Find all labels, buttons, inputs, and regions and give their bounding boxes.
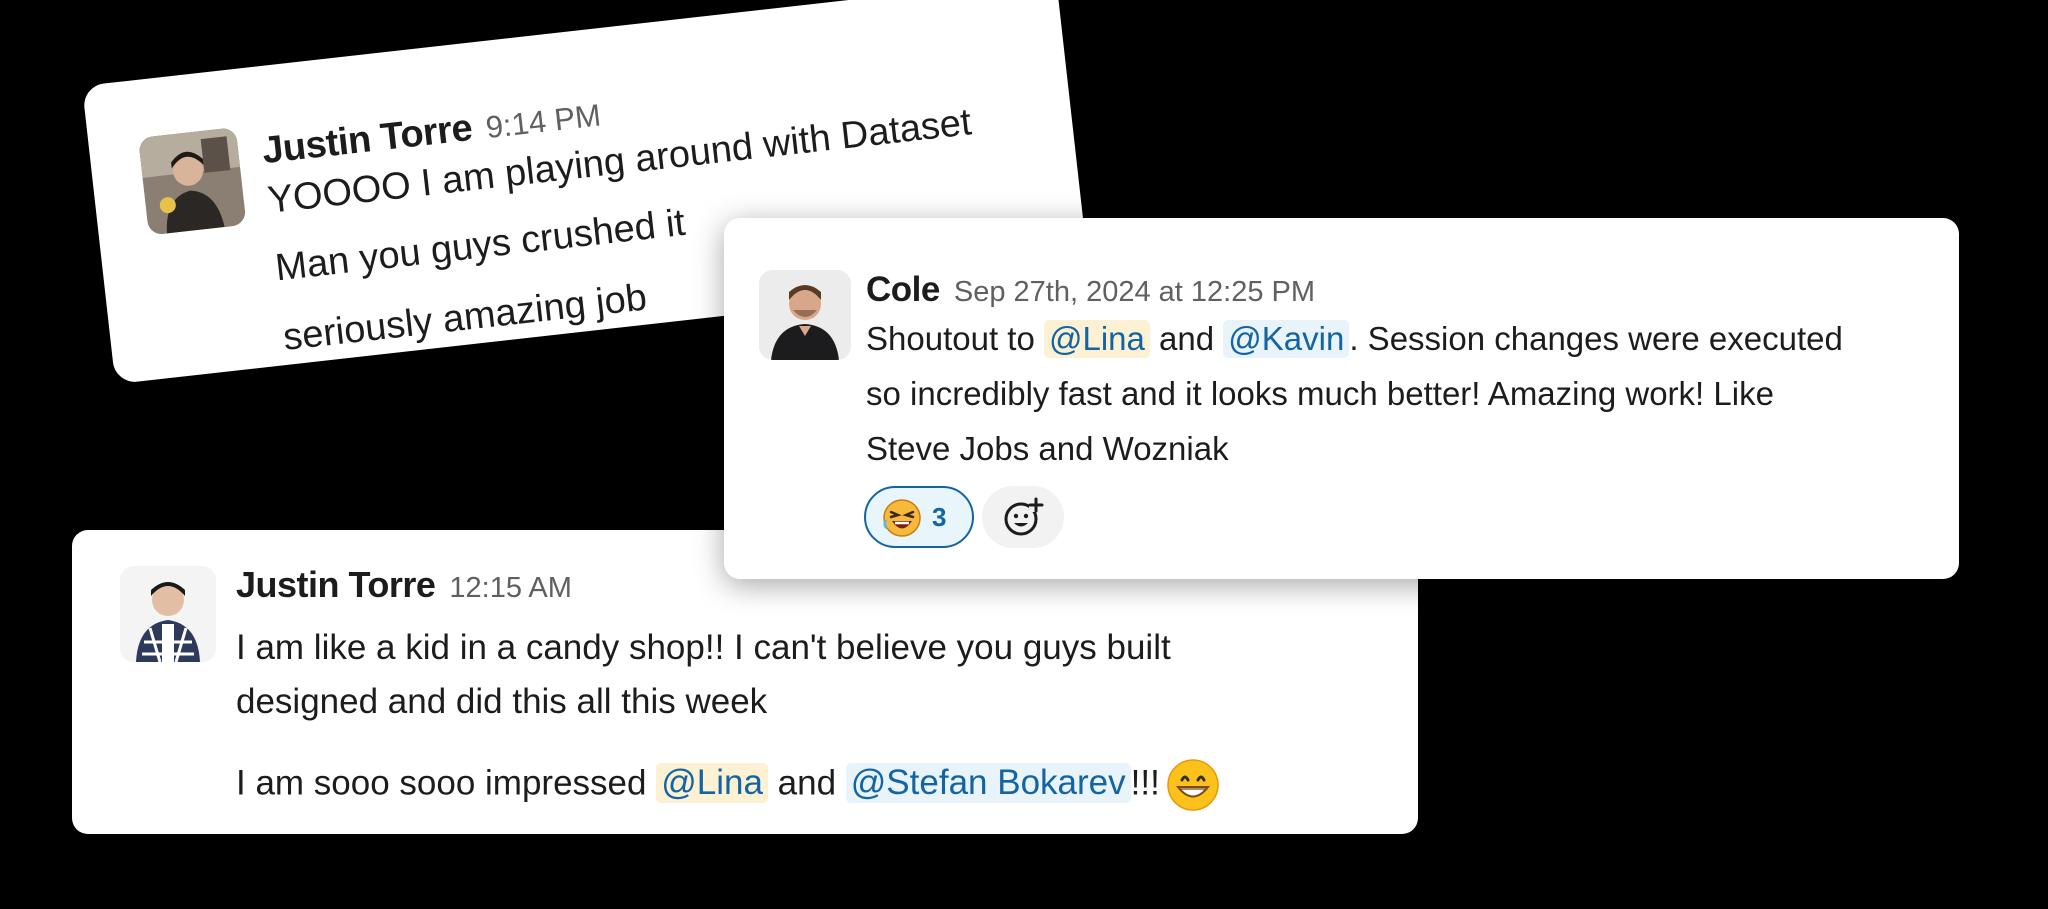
add-emoji-icon <box>1004 497 1044 536</box>
author-name[interactable]: Justin Torre <box>236 564 436 605</box>
avatar[interactable] <box>759 270 851 360</box>
message-text: and <box>1149 320 1224 357</box>
mention-lina[interactable]: @Lina <box>1043 320 1150 358</box>
author-name[interactable]: Cole <box>866 270 940 309</box>
avatar-photo-icon <box>120 566 216 662</box>
add-reaction-button[interactable] <box>982 486 1064 548</box>
timestamp[interactable]: 12:15 AM <box>449 572 572 604</box>
message-text: Shoutout to <box>866 320 1044 357</box>
timestamp[interactable]: Sep 27th, 2024 at 12:25 PM <box>954 276 1315 308</box>
laughing-face-icon <box>883 499 921 537</box>
message-line: seriously amazing job <box>281 276 649 359</box>
message-text: !!! <box>1130 763 1160 803</box>
message-line: Shoutout to @Lina and @Kavin. Session ch… <box>866 320 1843 358</box>
avatar-photo-icon <box>138 127 247 236</box>
message-text: and <box>767 763 846 803</box>
avatar-photo-icon <box>759 270 851 360</box>
message-text: I am sooo sooo impressed <box>236 763 657 803</box>
message-line: I am sooo sooo impressed @Lina and @Stef… <box>236 758 1220 812</box>
message-card-cole: Cole Sep 27th, 2024 at 12:25 PM Shoutout … <box>724 218 1959 579</box>
avatar[interactable] <box>138 127 247 236</box>
avatar[interactable] <box>120 566 216 662</box>
screenshot-stage: Justin Torre 9:14 PM YOOOO I am playing a… <box>0 0 2048 909</box>
grinning-face-icon <box>1167 759 1219 811</box>
reaction-pill[interactable]: 3 <box>864 486 974 548</box>
message-text: . Session changes were executed <box>1349 320 1843 357</box>
mention-lina[interactable]: @Lina <box>656 763 768 804</box>
mention-stefan-bokarev[interactable]: @Stefan Bokarev <box>845 763 1131 804</box>
mention-kavin[interactable]: @Kavin <box>1223 320 1350 358</box>
message-header: Justin Torre 12:15 AM <box>236 564 572 606</box>
timestamp[interactable]: 9:14 PM <box>484 97 603 145</box>
message-line: I am like a kid in a candy shop!! I can'… <box>236 628 1171 667</box>
message-line: so incredibly fast and it looks much bet… <box>866 375 1774 412</box>
reaction-count: 3 <box>932 502 947 532</box>
message-line: Steve Jobs and Wozniak <box>866 430 1229 467</box>
message-header: Cole Sep 27th, 2024 at 12:25 PM <box>866 270 1315 310</box>
message-line: designed and did this all this week <box>236 682 768 721</box>
